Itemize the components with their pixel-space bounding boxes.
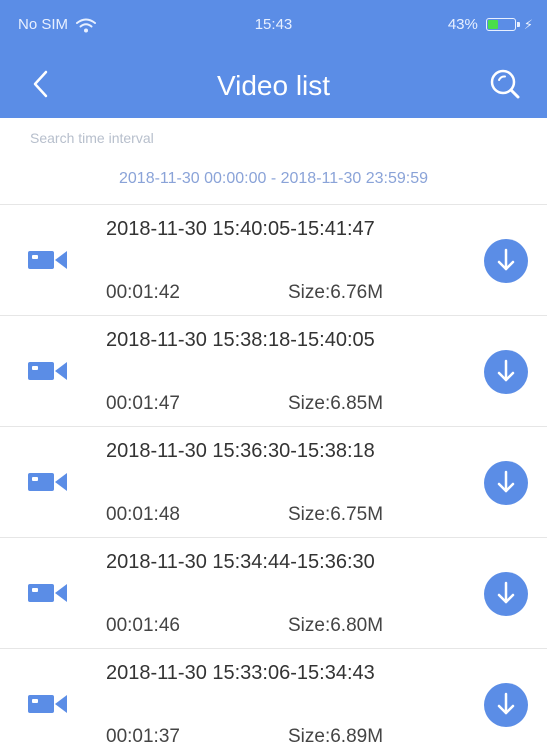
battery-icon	[485, 18, 520, 31]
video-duration: 00:01:46	[106, 615, 180, 636]
video-camera-icon	[28, 359, 68, 383]
video-list-item[interactable]: 2018-11-30 15:38:18-15:40:05 00:01:47 Size…	[0, 316, 547, 427]
download-arrow-icon	[484, 683, 528, 727]
video-camera-icon	[28, 692, 68, 716]
app-screen: No SIM 15:43 43% ⚡ Video list Search tim…	[0, 0, 547, 753]
video-size: Size:6.75M	[288, 504, 384, 525]
video-size: Size:6.85M	[288, 393, 384, 414]
download-arrow-icon	[484, 239, 528, 283]
download-button[interactable]	[484, 683, 528, 727]
download-arrow-icon	[484, 350, 528, 394]
search-interval-value[interactable]: 2018-11-30 00:00:00 - 2018-11-30 23:59:5…	[0, 170, 547, 188]
battery-percent: 43%	[447, 16, 478, 33]
video-time-range: 2018-11-30 15:40:05-15:41:47	[106, 218, 375, 240]
video-time-range: 2018-11-30 15:33:06-15:34:43	[106, 662, 375, 684]
video-camera-icon	[28, 470, 68, 494]
status-right: 43% ⚡	[448, 16, 533, 33]
video-duration: 00:01:47	[106, 393, 180, 414]
charging-icon: ⚡	[523, 16, 533, 32]
download-arrow-icon	[484, 461, 528, 505]
video-size: Size:6.80M	[288, 615, 384, 636]
status-bar: No SIM 15:43 43% ⚡	[0, 0, 547, 50]
search-button[interactable]	[483, 62, 527, 106]
video-size: Size:6.89M	[288, 726, 384, 747]
video-list-item[interactable]: 2018-11-30 15:33:06-15:34:43 00:01:37 Size…	[0, 649, 547, 753]
nav-bar: Video list	[0, 50, 547, 118]
search-interval-label: Search time interval	[30, 130, 154, 146]
video-camera-icon	[28, 581, 68, 605]
download-arrow-icon	[484, 572, 528, 616]
battery-fill	[487, 20, 498, 29]
video-list-item[interactable]: 2018-11-30 15:36:30-15:38:18 00:01:48 Size…	[0, 427, 547, 538]
video-time-range: 2018-11-30 15:36:30-15:38:18	[106, 440, 375, 462]
video-camera-icon	[28, 248, 68, 272]
video-time-range: 2018-11-30 15:38:18-15:40:05	[106, 329, 375, 351]
video-list: 2018-11-30 15:40:05-15:41:47 00:01:42 Size…	[0, 204, 547, 753]
video-duration: 00:01:37	[106, 726, 180, 747]
download-button[interactable]	[484, 350, 528, 394]
download-button[interactable]	[484, 572, 528, 616]
download-button[interactable]	[484, 461, 528, 505]
video-duration: 00:01:48	[106, 504, 180, 525]
video-duration: 00:01:42	[106, 282, 180, 303]
video-size: Size:6.76M	[288, 282, 384, 303]
video-time-range: 2018-11-30 15:34:44-15:36:30	[106, 551, 375, 573]
video-list-item[interactable]: 2018-11-30 15:40:05-15:41:47 00:01:42 Size…	[0, 205, 547, 316]
video-list-item[interactable]: 2018-11-30 15:34:44-15:36:30 00:01:46 Size…	[0, 538, 547, 649]
page-title: Video list	[216, 70, 331, 101]
download-button[interactable]	[484, 239, 528, 283]
search-icon	[490, 69, 520, 99]
